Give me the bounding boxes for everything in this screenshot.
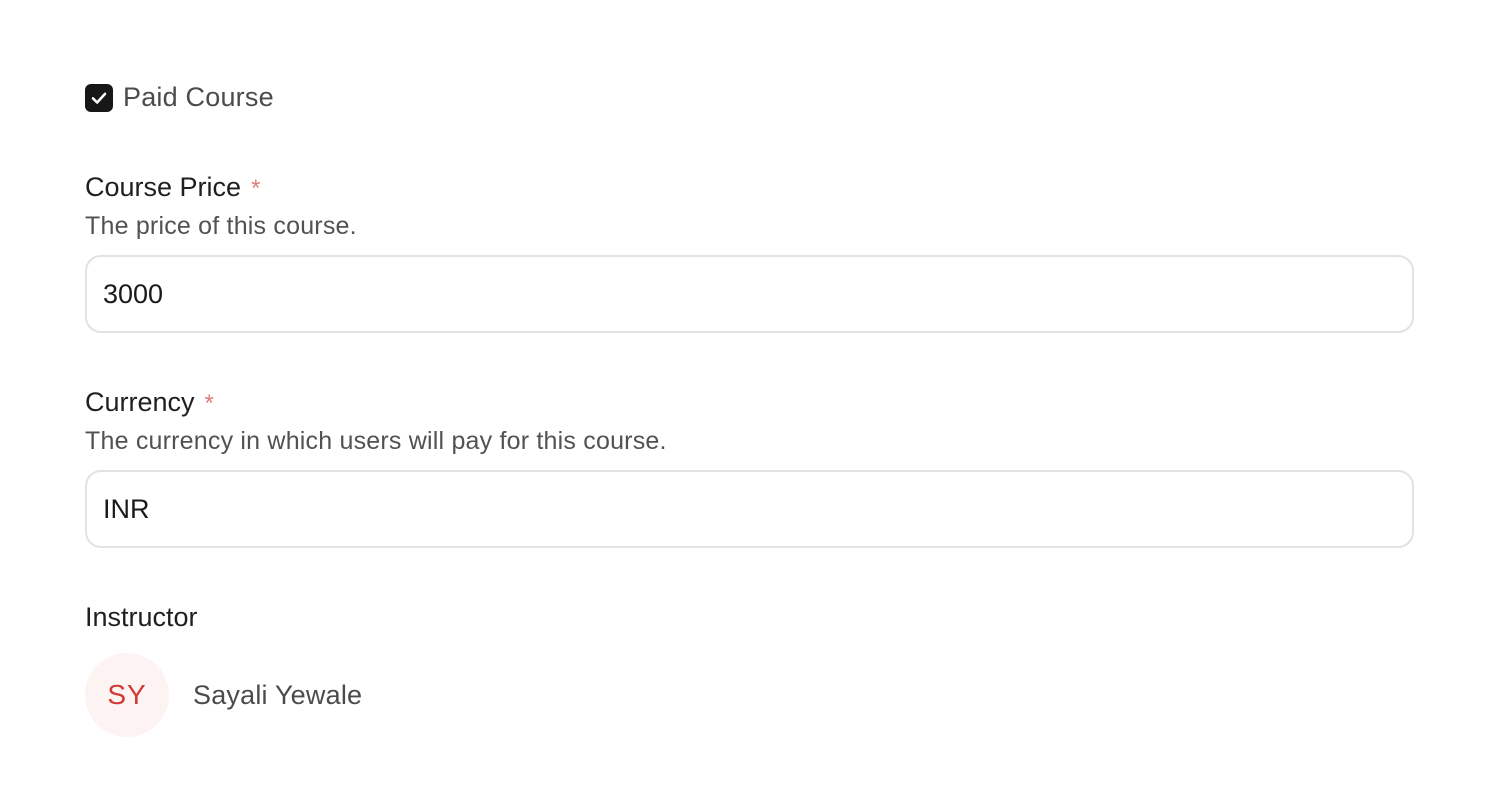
required-mark: * bbox=[251, 175, 261, 202]
currency-input[interactable] bbox=[85, 470, 1414, 548]
currency-label: Currency bbox=[85, 387, 195, 417]
course-price-field: Course Price * The price of this course. bbox=[85, 172, 1414, 333]
currency-label-row: Currency * bbox=[85, 387, 1414, 421]
required-mark: * bbox=[204, 390, 214, 417]
instructor-item[interactable]: SY Sayali Yewale bbox=[85, 653, 362, 737]
course-price-label-row: Course Price * bbox=[85, 172, 1414, 206]
paid-course-label[interactable]: Paid Course bbox=[123, 82, 274, 113]
paid-course-checkbox-row[interactable]: Paid Course bbox=[85, 82, 274, 113]
currency-field: Currency * The currency in which users w… bbox=[85, 387, 1414, 548]
course-price-description: The price of this course. bbox=[85, 212, 357, 240]
instructor-title: Instructor bbox=[85, 602, 198, 632]
avatar: SY bbox=[85, 653, 169, 737]
course-price-input[interactable] bbox=[85, 255, 1414, 333]
check-icon bbox=[91, 92, 107, 104]
currency-description: The currency in which users will pay for… bbox=[85, 427, 667, 455]
instructor-name: Sayali Yewale bbox=[193, 679, 363, 710]
instructor-section: Instructor SY Sayali Yewale bbox=[85, 602, 362, 737]
paid-course-checkbox[interactable] bbox=[85, 83, 113, 112]
course-price-label: Course Price bbox=[85, 172, 242, 202]
